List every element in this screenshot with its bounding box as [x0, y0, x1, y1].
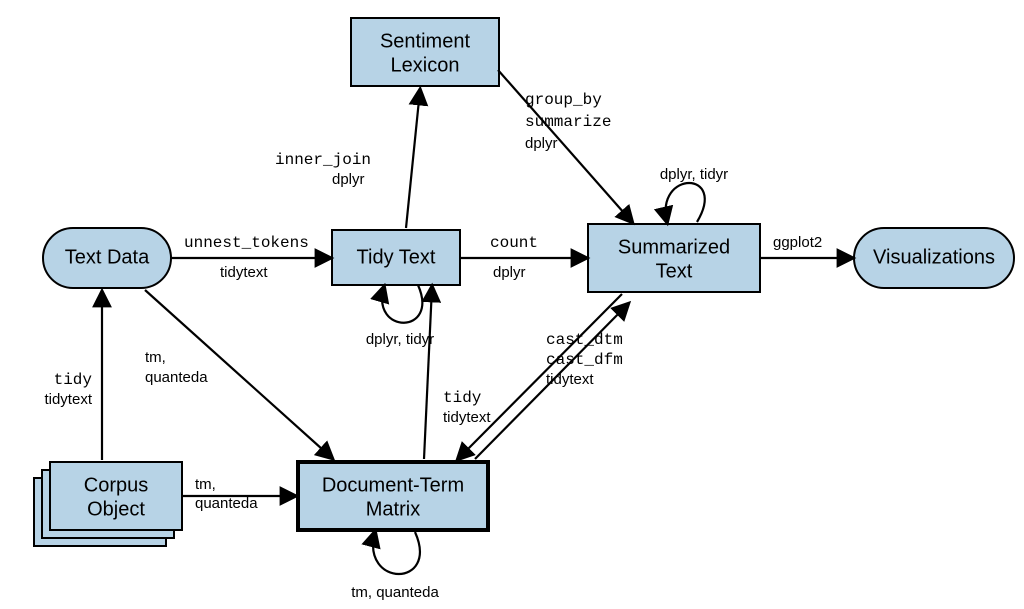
- edge-dtm-self: [373, 532, 420, 574]
- edge-dtm-self-pkg: tm, quanteda: [351, 584, 439, 601]
- edge-tidytext-sentiment-fn: inner_join: [275, 151, 371, 169]
- edge-sentiment-summarized-fn1: group_by: [525, 91, 602, 109]
- edge-sentiment-summarized-pkg: dplyr: [525, 135, 558, 152]
- edge-tidytext-summarized-pkg: dplyr: [493, 264, 526, 281]
- dtm-l1: Document-Term: [322, 474, 464, 496]
- edge-tidytext-self-pkg: dplyr, tidyr: [366, 331, 434, 348]
- corpus-object-l2: Object: [87, 498, 145, 520]
- summarized-text-l1: Summarized: [618, 236, 730, 258]
- edge-tidytext-sentiment: [406, 90, 420, 228]
- edge-dtm-tidytext-pkg: tidytext: [443, 409, 491, 426]
- edge-textdata-dtm-fn: tm,: [145, 349, 166, 366]
- edge-corpus-dtm-fn: tm,: [195, 476, 216, 493]
- edge-textdata-tidytext-pkg: tidytext: [220, 264, 268, 281]
- edge-summarized-self-pkg: dplyr, tidyr: [660, 166, 728, 183]
- node-document-term-matrix: Document-Term Matrix: [298, 462, 488, 530]
- edge-sentiment-summarized-fn2: summarize: [525, 113, 611, 131]
- node-summarized-text: Summarized Text: [588, 224, 760, 292]
- edge-summarized-dtm-pkg: tidytext: [546, 371, 594, 388]
- edge-tidytext-summarized-fn: count: [490, 234, 538, 252]
- edge-textdata-dtm-pkg: quanteda: [145, 369, 208, 386]
- corpus-object-l1: Corpus: [84, 474, 148, 496]
- text-data-label: Text Data: [65, 246, 150, 268]
- edge-dtm-tidytext-fn: tidy: [443, 389, 482, 407]
- tidy-text-label: Tidy Text: [357, 246, 436, 268]
- sentiment-lexicon-l1: Sentiment: [380, 30, 470, 52]
- edge-dtm-tidytext: [424, 287, 432, 459]
- edge-summarized-viz-pkg: ggplot2: [773, 234, 822, 251]
- sentiment-lexicon-l2: Lexicon: [391, 54, 460, 76]
- node-sentiment-lexicon: Sentiment Lexicon: [351, 18, 499, 86]
- edge-tidytext-self: [382, 285, 422, 323]
- node-tidy-text: Tidy Text: [332, 230, 460, 285]
- node-text-data: Text Data: [43, 228, 171, 288]
- edge-summarized-self: [666, 183, 705, 222]
- edge-summarized-dtm-fn2: cast_dfm: [546, 351, 623, 369]
- node-corpus-object: Corpus Object: [34, 462, 182, 546]
- edge-corpus-textdata-pkg: tidytext: [44, 391, 92, 408]
- edge-textdata-tidytext-fn: unnest_tokens: [184, 234, 309, 252]
- visualizations-label: Visualizations: [873, 246, 995, 268]
- dtm-l2: Matrix: [366, 498, 420, 520]
- edge-summarized-dtm: [458, 294, 622, 459]
- edge-summarized-dtm-fn1: cast_dtm: [546, 331, 623, 349]
- edge-corpus-dtm-pkg: quanteda: [195, 495, 258, 512]
- summarized-text-l2: Text: [656, 260, 693, 282]
- edge-tidytext-sentiment-pkg: dplyr: [332, 171, 365, 188]
- edge-corpus-textdata-fn: tidy: [54, 371, 93, 389]
- node-visualizations: Visualizations: [854, 228, 1014, 288]
